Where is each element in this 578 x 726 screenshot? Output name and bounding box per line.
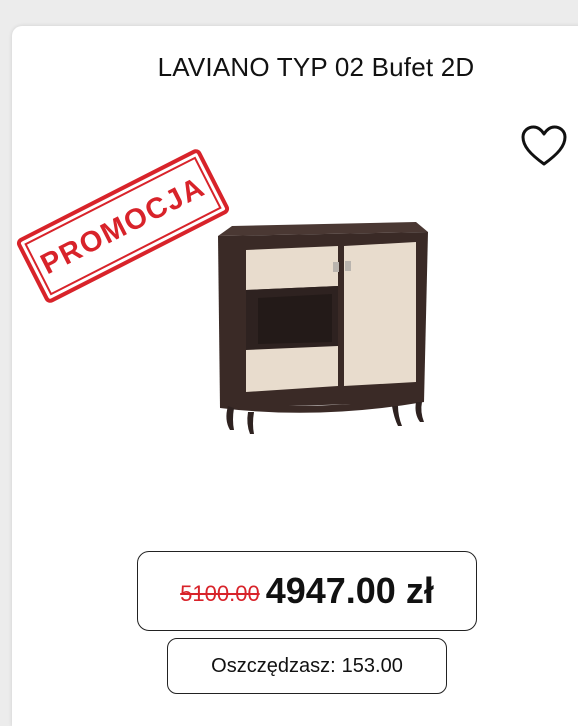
old-price: 5100.00 bbox=[180, 581, 260, 606]
heart-outline-icon bbox=[521, 125, 567, 166]
leg-left bbox=[226, 406, 234, 430]
product-title: LAVIANO TYP 02 Bufet 2D bbox=[157, 52, 475, 82]
leg-right bbox=[415, 402, 424, 422]
product-card: LAVIANO TYP 02 Bufet 2D PROMOCJA 5100.00 bbox=[12, 26, 578, 726]
right-door bbox=[344, 242, 416, 386]
product-image[interactable] bbox=[188, 206, 438, 456]
left-door-lower bbox=[246, 346, 338, 392]
left-door-upper bbox=[246, 246, 338, 290]
savings-box: Oszczędzasz: 153.00 bbox=[167, 638, 447, 694]
savings-value: 153.00 bbox=[341, 654, 403, 677]
new-price: 4947.00 zł bbox=[265, 570, 434, 611]
leg-mid bbox=[247, 412, 254, 434]
savings-label: Oszczędzasz: bbox=[211, 654, 336, 677]
favorite-button[interactable] bbox=[520, 124, 568, 168]
handle-right bbox=[345, 261, 351, 271]
handle-left bbox=[333, 262, 339, 272]
price-box: 5100.00 4947.00 zł bbox=[137, 551, 477, 631]
leg-back bbox=[392, 406, 402, 426]
